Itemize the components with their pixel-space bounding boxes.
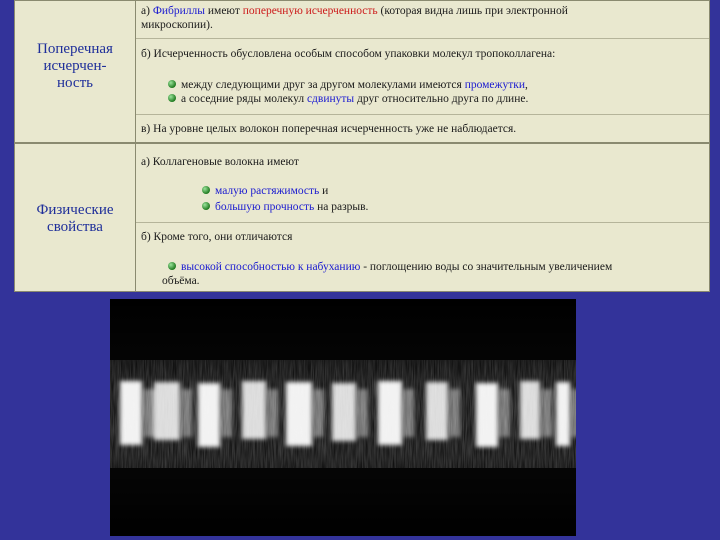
heading-striation: Поперечная исчерчен- ность	[15, 1, 136, 142]
term-swelling: высокой способностью к набуханию	[181, 261, 361, 273]
collagen-micrograph-image	[110, 299, 576, 536]
info-table: Поперечная исчерчен- ность а) Фибриллы и…	[14, 0, 710, 292]
micrograph-svg	[110, 299, 576, 536]
green-bullet-icon	[202, 186, 210, 194]
row-striation: Поперечная исчерчен- ность а) Фибриллы и…	[15, 1, 709, 144]
green-bullet-icon	[168, 80, 176, 88]
bullet-item: большую прочность на разрыв.	[202, 200, 368, 214]
green-bullet-icon	[202, 202, 210, 210]
heading-line: свойства	[47, 219, 103, 235]
heading-line: ность	[57, 75, 93, 91]
term-high-strength: большую прочность	[215, 201, 315, 213]
row-physical: Физические свойства а) Коллагеновые воло…	[15, 144, 709, 291]
text-b-cont: объёма.	[162, 275, 200, 287]
bullet-item: высокой способностью к набуханию - погло…	[168, 260, 612, 274]
bullet-item: между следующими друг за другом молекула…	[168, 78, 528, 92]
divider	[136, 38, 709, 39]
term-shifted: сдвинуты	[306, 93, 355, 105]
micrograph-fade	[110, 299, 576, 536]
term-gaps: промежутки	[464, 79, 525, 91]
green-bullet-icon	[168, 94, 176, 102]
heading-line: Физические	[36, 202, 114, 218]
text-c: в) На уровне целых волокон поперечная ис…	[141, 123, 517, 135]
term-low-extensibility: малую растяжимость	[215, 185, 320, 197]
text-a: а) Фибриллы имеют поперечную исчерченнос…	[141, 5, 568, 17]
heading-line: исчерчен-	[43, 58, 107, 74]
heading-physical: Физические свойства	[15, 144, 136, 291]
green-bullet-icon	[168, 262, 176, 270]
text-a: а) Коллагеновые волокна имеют	[141, 156, 299, 168]
text-a-cont: микроскопии).	[141, 19, 213, 31]
divider	[136, 114, 709, 115]
bullet-item: малую растяжимость и	[202, 184, 328, 198]
term-striation: поперечную исчерченность	[242, 5, 378, 17]
term-fibrils: Фибриллы	[152, 5, 206, 17]
text-b: б) Исчерченность обусловлена особым спос…	[141, 48, 556, 60]
divider	[136, 222, 709, 223]
bullet-item: а соседние ряды молекул сдвинуты друг от…	[168, 92, 528, 106]
content-striation: а) Фибриллы имеют поперечную исчерченнос…	[136, 1, 709, 142]
content-physical: а) Коллагеновые волокна имеют малую раст…	[136, 144, 709, 291]
heading-line: Поперечная	[37, 41, 113, 57]
text-b: б) Кроме того, они отличаются	[141, 231, 293, 243]
